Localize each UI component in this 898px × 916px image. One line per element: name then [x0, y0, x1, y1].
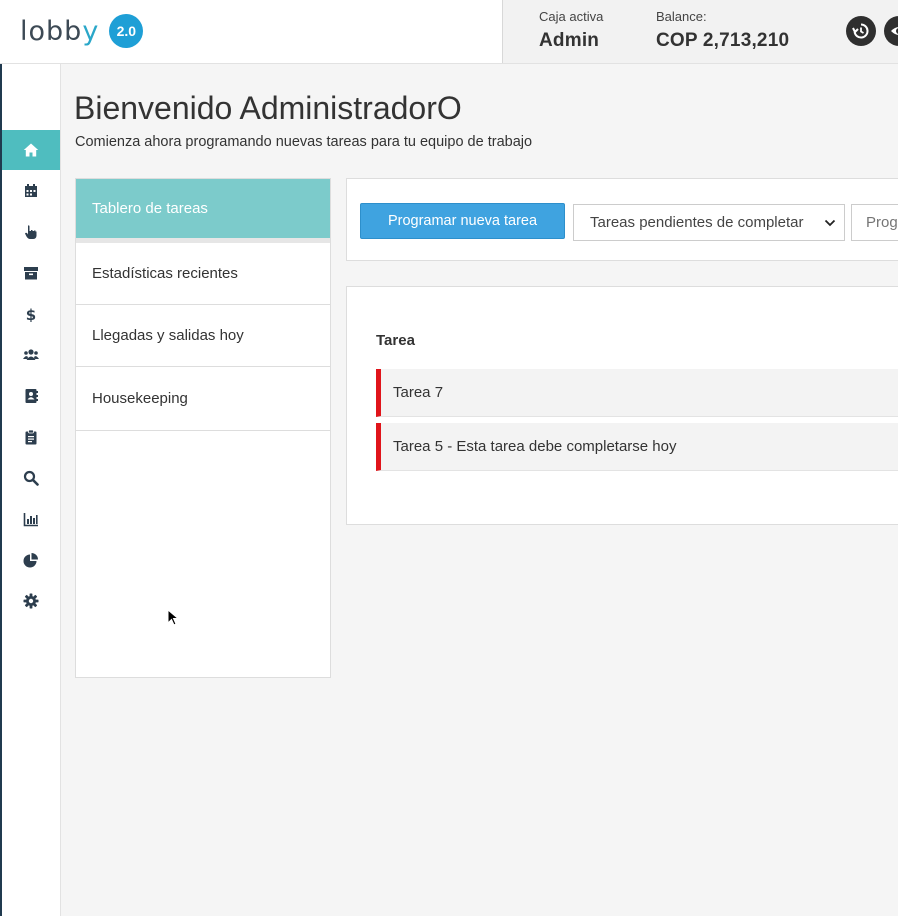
task-filter-select[interactable]: Tareas pendientes de completar — [573, 204, 845, 241]
sidebar-nav: $ — [0, 64, 61, 916]
task-label: Tarea 5 - Esta tarea debe completarse ho… — [393, 438, 677, 455]
task-label: Tarea 7 — [393, 384, 444, 401]
home-icon — [23, 143, 39, 157]
menu-item-task-board[interactable]: Tablero de tareas — [76, 179, 330, 243]
sidebar-item-clipboard[interactable] — [2, 417, 60, 457]
mouse-cursor-icon — [167, 609, 179, 626]
balance-label: Balance: — [656, 9, 707, 24]
sidebar-item-reports[interactable] — [2, 499, 60, 539]
svg-text:$: $ — [26, 306, 36, 322]
archive-icon — [24, 267, 38, 280]
history-icon — [852, 23, 869, 39]
balance-block: Balance: COP 2,713,210 — [656, 9, 789, 52]
clipboard-icon — [25, 429, 37, 445]
visibility-button[interactable] — [884, 16, 898, 46]
logo-text: lobby — [20, 15, 100, 47]
task-toolbar: Programar nueva tarea Tareas pendientes … — [346, 178, 898, 261]
version-badge: 2.0 — [109, 14, 144, 48]
sidebar-item-archive[interactable] — [2, 253, 60, 293]
menu-item-arrivals-departures[interactable]: Llegadas y salidas hoy — [76, 305, 330, 367]
sidebar-item-users[interactable] — [2, 335, 60, 375]
menu-item-housekeeping[interactable]: Housekeeping — [76, 367, 330, 431]
sidebar-item-contacts[interactable] — [2, 376, 60, 416]
account-panel: Caja activa Admin Balance: COP 2,713,210 — [502, 0, 898, 63]
page-subtitle: Comienza ahora programando nuevas tareas… — [75, 134, 533, 150]
bar-chart-icon — [23, 513, 38, 527]
history-button[interactable] — [846, 16, 876, 46]
sidebar-item-calendar[interactable] — [2, 171, 60, 211]
tasks-column-header: Tarea — [376, 332, 415, 349]
new-task-button[interactable]: Programar nueva tarea — [360, 203, 565, 239]
app-logo[interactable]: lobby 2.0 — [20, 13, 144, 49]
chevron-down-icon — [824, 219, 836, 227]
sidebar-item-search[interactable] — [2, 458, 60, 498]
caja-label: Caja activa — [539, 9, 604, 24]
task-row[interactable]: Tarea 7 — [376, 369, 898, 417]
pie-chart-icon — [23, 553, 38, 568]
task-row[interactable]: Tarea 5 - Esta tarea debe completarse ho… — [376, 423, 898, 471]
sidebar-item-analytics[interactable] — [2, 540, 60, 580]
search-icon — [23, 470, 39, 486]
users-icon — [23, 349, 39, 360]
eye-icon — [891, 27, 898, 35]
balance-value: COP 2,713,210 — [656, 30, 790, 51]
sidebar-item-settings[interactable] — [2, 581, 60, 621]
calendar-icon — [25, 184, 37, 197]
active-cash-register: Caja activa Admin — [539, 9, 603, 52]
task-filter-value: Tareas pendientes de completar — [590, 214, 804, 231]
caja-value: Admin — [539, 30, 600, 51]
sidebar-item-pointer[interactable] — [2, 212, 60, 252]
address-book-icon — [25, 389, 38, 403]
dashboard-menu: Tablero de tareas Estadísticas recientes… — [75, 178, 331, 678]
dollar-icon: $ — [26, 306, 36, 322]
page-title: Bienvenido AdministradorO — [74, 90, 462, 126]
scheduled-search-input[interactable] — [851, 204, 898, 241]
menu-item-recent-stats[interactable]: Estadísticas recientes — [76, 243, 330, 305]
sidebar-item-finance[interactable]: $ — [2, 294, 60, 334]
tasks-panel: Tarea Tarea 7 Tarea 5 - Esta tarea debe … — [346, 286, 898, 525]
gear-icon — [23, 593, 39, 609]
sidebar-item-home[interactable] — [2, 130, 60, 170]
top-bar: lobby 2.0 Caja activa Admin Balance: COP… — [0, 0, 898, 64]
hand-pointer-icon — [25, 225, 37, 239]
